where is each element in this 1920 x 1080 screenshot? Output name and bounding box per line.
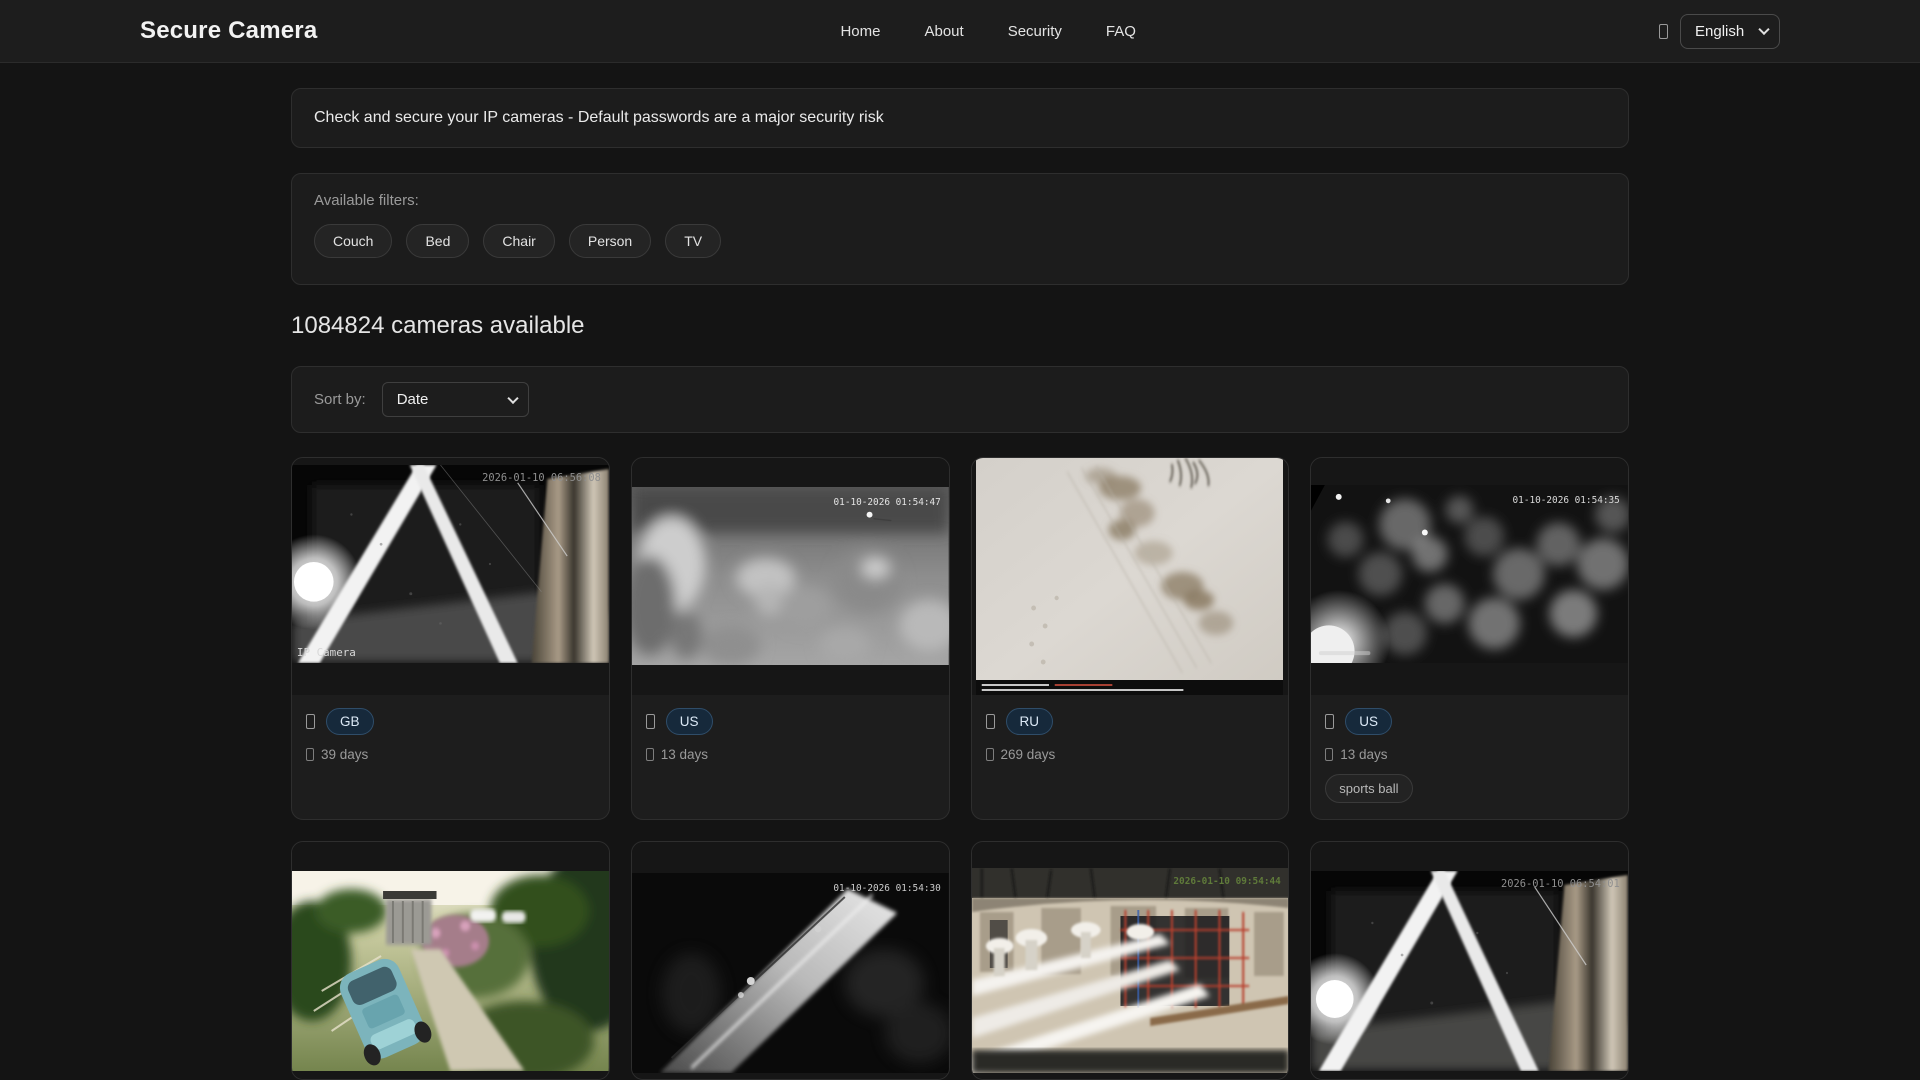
- language-select[interactable]: English: [1680, 14, 1780, 49]
- camera-card[interactable]: 01-10-2026 01:54:47 US 13 days: [631, 457, 950, 820]
- security-warning-banner: Check and secure your IP cameras - Defau…: [291, 88, 1629, 148]
- security-warning-text: Check and secure your IP cameras - Defau…: [314, 109, 884, 126]
- nav-links: Home About Security FAQ: [317, 23, 1659, 40]
- filter-button-person[interactable]: Person: [569, 224, 651, 258]
- clock-icon: [986, 748, 994, 761]
- camera-card[interactable]: 2026-01-10 06:54:01: [1310, 841, 1629, 1080]
- nav-link-security[interactable]: Security: [1008, 23, 1062, 40]
- camera-image-night-infrared-beams[interactable]: 2026-01-10 06:54:01: [1311, 842, 1628, 1079]
- filter-button-chair[interactable]: Chair: [483, 224, 554, 258]
- camera-image-garden-driveway[interactable]: [292, 842, 609, 1079]
- flag-icon: [1325, 714, 1334, 729]
- camera-count-heading: 1084824 cameras available: [291, 312, 1629, 340]
- camera-age: 13 days: [661, 747, 708, 762]
- detection-tag: sports ball: [1325, 774, 1412, 803]
- camera-age: 39 days: [321, 747, 368, 762]
- country-badge: US: [666, 708, 713, 735]
- camera-card[interactable]: 2026-01-10 09:54:44: [971, 841, 1290, 1080]
- camera-image-construction-snow[interactable]: 2026-01-10 09:54:44: [972, 842, 1289, 1079]
- camera-timestamp: 2026-01-10 06:56:08: [482, 472, 601, 484]
- filter-button-bed[interactable]: Bed: [406, 224, 469, 258]
- filters-panel: Available filters: Couch Bed Chair Perso…: [291, 173, 1629, 285]
- country-badge: GB: [326, 708, 374, 735]
- flag-icon: [646, 714, 655, 729]
- filter-button-tv[interactable]: TV: [665, 224, 721, 258]
- camera-age: 269 days: [1001, 747, 1056, 762]
- globe-icon: [1659, 24, 1668, 39]
- camera-image-dark-plank[interactable]: 01-10-2026 01:54:30: [632, 842, 949, 1079]
- country-badge: RU: [1006, 708, 1054, 735]
- nav-link-faq[interactable]: FAQ: [1106, 23, 1136, 40]
- nav-link-home[interactable]: Home: [840, 23, 880, 40]
- camera-image-snowy-road[interactable]: [972, 458, 1289, 695]
- filters-label: Available filters:: [314, 192, 1606, 209]
- camera-card[interactable]: 01-10-2026 01:54:35 US 13 days sports ba…: [1310, 457, 1629, 820]
- camera-card[interactable]: RU 269 days: [971, 457, 1290, 820]
- camera-timestamp: 01-10-2026 01:54:35: [1513, 495, 1620, 506]
- top-navbar: Secure Camera Home About Security FAQ En…: [0, 0, 1920, 63]
- camera-timestamp: 01-10-2026 01:54:47: [833, 497, 940, 508]
- camera-card[interactable]: 01-10-2026 01:54:30: [631, 841, 950, 1080]
- flag-icon: [306, 714, 315, 729]
- sort-select[interactable]: Date: [382, 382, 529, 417]
- camera-image-night-infrared-beams[interactable]: 2026-01-10 06:56:08 IP Camera: [292, 458, 609, 695]
- country-badge: US: [1345, 708, 1392, 735]
- clock-icon: [646, 748, 654, 761]
- flag-icon: [986, 714, 995, 729]
- clock-icon: [306, 748, 314, 761]
- sort-panel: Sort by: Date: [291, 366, 1629, 433]
- camera-timestamp: 2026-01-10 09:54:44: [1173, 876, 1281, 887]
- camera-timestamp: 2026-01-10 06:54:01: [1501, 878, 1620, 890]
- clock-icon: [1325, 748, 1333, 761]
- camera-image-night-bokeh[interactable]: 01-10-2026 01:54:35: [1311, 458, 1628, 695]
- camera-card[interactable]: [291, 841, 610, 1080]
- filter-button-couch[interactable]: Couch: [314, 224, 392, 258]
- camera-card[interactable]: 2026-01-10 06:56:08 IP Camera GB 39 days: [291, 457, 610, 820]
- camera-overlay-label: IP Camera: [297, 646, 356, 659]
- nav-link-about[interactable]: About: [924, 23, 963, 40]
- brand-title: Secure Camera: [140, 17, 317, 45]
- camera-image-foggy-infrared[interactable]: 01-10-2026 01:54:47: [632, 458, 949, 695]
- sort-label: Sort by:: [314, 391, 366, 408]
- camera-grid: 2026-01-10 06:56:08 IP Camera GB 39 days: [291, 457, 1629, 1080]
- camera-age: 13 days: [1340, 747, 1387, 762]
- camera-timestamp: 01-10-2026 01:54:30: [833, 883, 941, 894]
